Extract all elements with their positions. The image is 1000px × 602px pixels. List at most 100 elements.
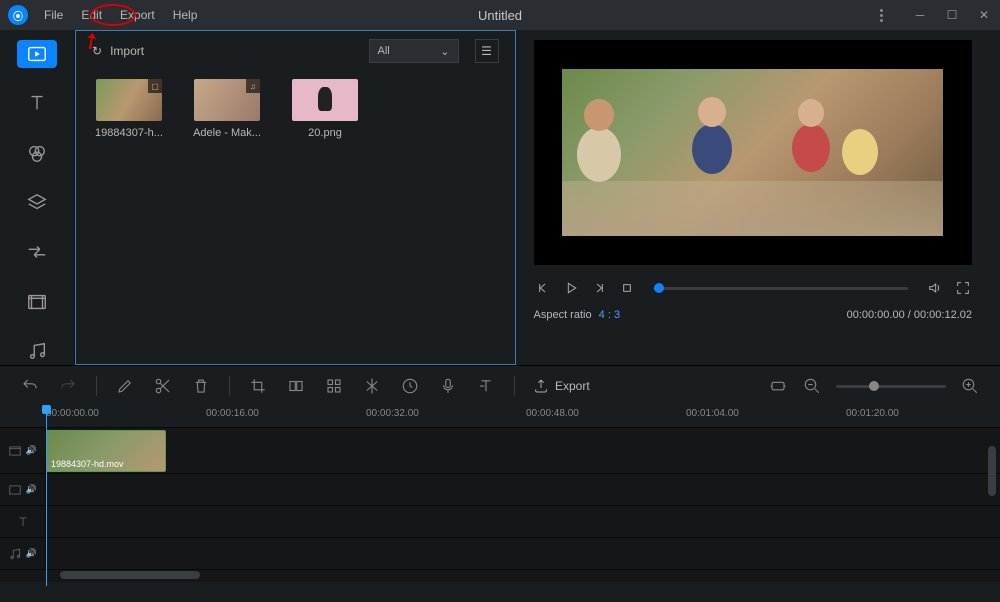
separator xyxy=(96,376,97,396)
stop-button[interactable] xyxy=(618,279,636,297)
timeline-hscroll[interactable] xyxy=(0,570,1000,582)
preview-info: Aspect ratio 4 : 3 00:00:00.00 / 00:00:1… xyxy=(534,309,973,321)
media-filter-dropdown[interactable]: All ⌄ xyxy=(369,39,459,63)
menu-edit[interactable]: Edit xyxy=(73,4,110,26)
ruler-mark: 00:00:32.00 xyxy=(366,408,419,419)
ruler-mark: 00:00:16.00 xyxy=(206,408,259,419)
track-head-video[interactable]: 🔊 xyxy=(0,428,46,473)
app-logo: ⦿ xyxy=(8,5,28,25)
playback-controls xyxy=(534,279,973,297)
titlebar: ⦿ File Edit Export Help Untitled ─ ☐ ✕ xyxy=(0,0,1000,30)
text-tool-button[interactable] xyxy=(476,376,496,396)
ruler-mark: 00:00:48.00 xyxy=(526,408,579,419)
playback-progress[interactable] xyxy=(654,287,909,290)
view-list-button[interactable]: ☰ xyxy=(475,39,499,63)
media-item-label: Adele - Mak... xyxy=(193,127,261,139)
audio-track[interactable]: 🔊 xyxy=(0,538,1000,570)
media-item[interactable]: ♫ Adele - Mak... xyxy=(192,79,262,139)
timeline-toolbar: Export xyxy=(0,366,1000,406)
freeze-button[interactable] xyxy=(362,376,382,396)
edit-tool-button[interactable] xyxy=(115,376,135,396)
zoom-out-button[interactable] xyxy=(802,376,822,396)
track-head-video2[interactable]: 🔊 xyxy=(0,474,46,505)
fit-button[interactable] xyxy=(768,376,788,396)
timeline-clip[interactable]: 19884307-hd.mov xyxy=(46,430,166,472)
timeline-ruler[interactable]: 00:00:00.00 00:00:16.00 00:00:32.00 00:0… xyxy=(0,406,1000,428)
ruler-mark: 00:01:04.00 xyxy=(686,408,739,419)
video-track-2[interactable]: 🔊 xyxy=(0,474,1000,506)
aspect-ratio: Aspect ratio 4 : 3 xyxy=(534,309,621,321)
media-item[interactable]: 20.png xyxy=(290,79,360,139)
menu-export[interactable]: Export xyxy=(112,4,163,26)
menu-bar: File Edit Export Help xyxy=(36,4,205,26)
tool-text[interactable] xyxy=(17,90,57,118)
track-head-audio[interactable]: 🔊 xyxy=(0,538,46,569)
main-area: ↻ Import All ⌄ ☰ ▢ 19884307-h... ♫ Adele… xyxy=(0,30,1000,365)
more-icon[interactable] xyxy=(880,9,896,22)
close-button[interactable]: ✕ xyxy=(976,8,992,22)
split-button[interactable] xyxy=(286,376,306,396)
text-track[interactable] xyxy=(0,506,1000,538)
hscroll-thumb[interactable] xyxy=(60,571,200,579)
minimize-button[interactable]: ─ xyxy=(912,8,928,22)
cut-button[interactable] xyxy=(153,376,173,396)
track-head-text[interactable] xyxy=(0,506,46,537)
timeline-export-button[interactable]: Export xyxy=(533,378,590,394)
tracks: 🔊 19884307-hd.mov 🔊 🔊 xyxy=(0,428,1000,570)
tool-filters[interactable] xyxy=(17,139,57,167)
voiceover-button[interactable] xyxy=(438,376,458,396)
progress-handle[interactable] xyxy=(654,283,664,293)
separator xyxy=(229,376,230,396)
aspect-ratio-label: Aspect ratio xyxy=(534,309,592,321)
duration-button[interactable] xyxy=(400,376,420,396)
import-label: Import xyxy=(110,44,144,58)
redo-button[interactable] xyxy=(58,376,78,396)
playhead[interactable] xyxy=(46,406,47,586)
chevron-down-icon: ⌄ xyxy=(440,45,449,58)
vscroll-thumb[interactable] xyxy=(988,446,996,496)
media-item-label: 19884307-h... xyxy=(95,127,163,139)
left-toolbar xyxy=(0,30,75,365)
video-frame xyxy=(562,69,943,236)
timecode: 00:00:00.00 / 00:00:12.02 xyxy=(847,309,972,321)
timeline: Export 00:00:00.00 00:00:16.00 00:00:32.… xyxy=(0,365,1000,582)
media-panel: ↻ Import All ⌄ ☰ ▢ 19884307-h... ♫ Adele… xyxy=(75,30,516,365)
media-item[interactable]: ▢ 19884307-h... xyxy=(94,79,164,139)
menu-help[interactable]: Help xyxy=(165,4,206,26)
import-icon: ↻ xyxy=(92,44,102,58)
window-controls: ─ ☐ ✕ xyxy=(880,8,992,22)
crop-button[interactable] xyxy=(248,376,268,396)
tool-music[interactable] xyxy=(17,337,57,365)
menu-file[interactable]: File xyxy=(36,4,71,26)
tool-overlays[interactable] xyxy=(17,189,57,217)
video-track[interactable]: 🔊 19884307-hd.mov xyxy=(0,428,1000,474)
volume-button[interactable] xyxy=(926,279,944,297)
thumbnail-image xyxy=(292,79,358,121)
tool-transitions[interactable] xyxy=(17,238,57,266)
prev-frame-button[interactable] xyxy=(534,279,552,297)
ruler-mark: 00:00:00.00 xyxy=(46,408,99,419)
document-title: Untitled xyxy=(478,8,522,23)
thumbnail-image: ♫ xyxy=(194,79,260,121)
filter-selected: All xyxy=(378,45,390,57)
undo-button[interactable] xyxy=(20,376,40,396)
zoom-handle[interactable] xyxy=(869,381,879,391)
time-total: 00:00:12.02 xyxy=(914,309,972,321)
maximize-button[interactable]: ☐ xyxy=(944,8,960,22)
video-badge-icon: ▢ xyxy=(148,79,162,93)
import-button[interactable]: ↻ Import xyxy=(92,44,144,58)
mosaic-button[interactable] xyxy=(324,376,344,396)
ruler-mark: 00:01:20.00 xyxy=(846,408,899,419)
timeline-vscroll[interactable] xyxy=(988,446,996,556)
zoom-slider[interactable] xyxy=(836,385,946,388)
zoom-in-button[interactable] xyxy=(960,376,980,396)
play-button[interactable] xyxy=(562,279,580,297)
tool-media[interactable] xyxy=(17,40,57,68)
next-frame-button[interactable] xyxy=(590,279,608,297)
fullscreen-button[interactable] xyxy=(954,279,972,297)
aspect-ratio-value: 4 : 3 xyxy=(599,309,620,321)
tool-elements[interactable] xyxy=(17,288,57,316)
separator xyxy=(514,376,515,396)
preview-video[interactable] xyxy=(534,40,973,265)
delete-button[interactable] xyxy=(191,376,211,396)
